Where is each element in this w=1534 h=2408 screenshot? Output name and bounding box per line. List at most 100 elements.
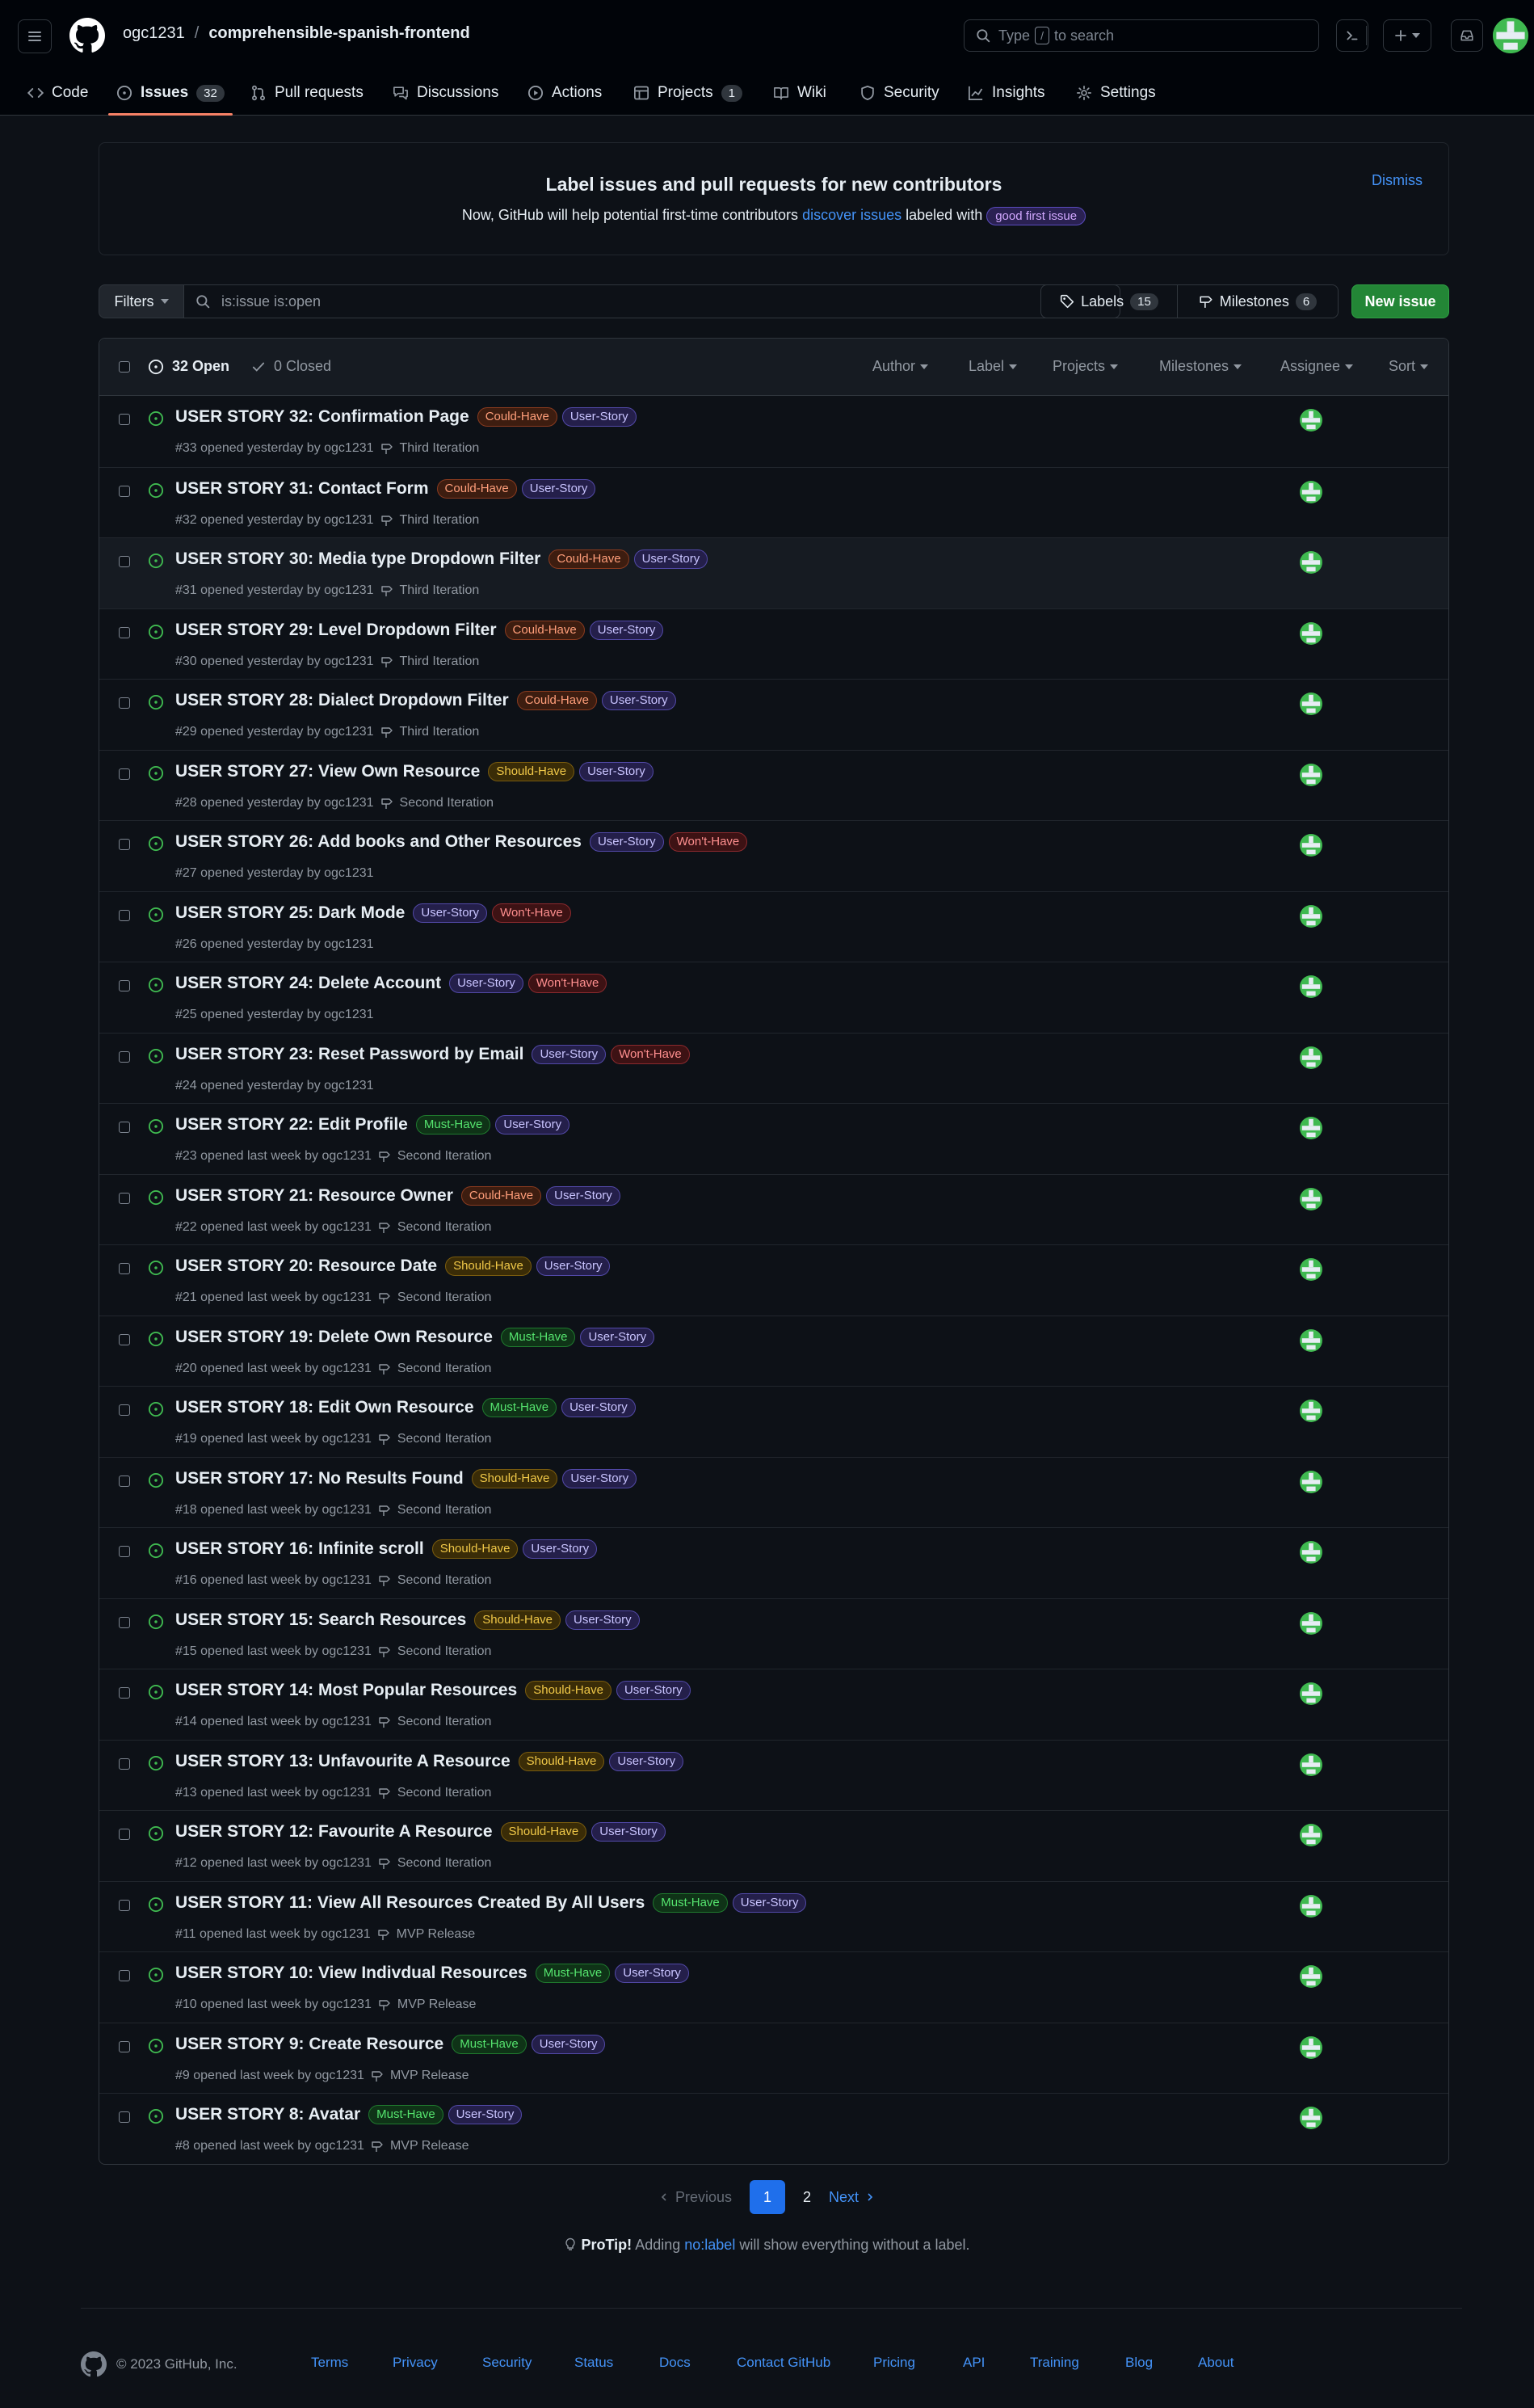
- issue-row[interactable]: USER STORY 12: Favourite A Resource Shoul…: [99, 1810, 1448, 1881]
- filters-dropdown[interactable]: Filters: [99, 284, 184, 318]
- issue-label[interactable]: Should-Have: [445, 1257, 532, 1276]
- issue-checkbox[interactable]: [119, 1263, 130, 1274]
- author-filter[interactable]: Author: [872, 358, 929, 375]
- issue-title-link[interactable]: USER STORY 31: Contact Form: [175, 479, 429, 499]
- issue-label[interactable]: Could-Have: [504, 620, 585, 640]
- issue-milestone[interactable]: MVP Release: [397, 1927, 476, 1942]
- milestones-filter[interactable]: Milestones: [1159, 358, 1242, 375]
- issue-label[interactable]: Won't-Have: [611, 1044, 690, 1064]
- issue-label[interactable]: Should-Have: [500, 1822, 587, 1842]
- issue-label[interactable]: User-Story: [615, 1964, 689, 1983]
- issue-title-link[interactable]: USER STORY 30: Media type Dropdown Filte…: [175, 549, 540, 569]
- issue-checkbox[interactable]: [119, 556, 130, 567]
- labels-button[interactable]: Labels 15: [1040, 284, 1178, 318]
- issue-label[interactable]: Must-Have: [415, 1115, 491, 1135]
- assignee-avatar[interactable]: [1300, 975, 1322, 998]
- issue-title-link[interactable]: USER STORY 8: Avatar: [175, 2105, 360, 2124]
- repo-link[interactable]: comprehensible-spanish-frontend: [208, 24, 469, 42]
- issue-title-link[interactable]: USER STORY 22: Edit Profile: [175, 1115, 408, 1135]
- issue-checkbox[interactable]: [119, 1616, 130, 1628]
- issue-milestone[interactable]: Third Iteration: [400, 441, 480, 456]
- issue-checkbox[interactable]: [119, 1475, 130, 1487]
- menu-button[interactable]: [18, 19, 52, 53]
- issue-title-link[interactable]: USER STORY 28: Dialect Dropdown Filter: [175, 691, 509, 710]
- issue-checkbox[interactable]: [119, 1970, 130, 1981]
- issue-milestone[interactable]: Second Iteration: [397, 1715, 492, 1729]
- issue-milestone[interactable]: Second Iteration: [397, 1220, 492, 1235]
- tab-wiki[interactable]: Wiki: [773, 71, 826, 115]
- issue-row[interactable]: USER STORY 17: No Results Found Should-Ha…: [99, 1456, 1448, 1528]
- issue-title-link[interactable]: USER STORY 10: View Indivdual Resources: [175, 1964, 527, 1983]
- footer-link-training[interactable]: Training: [1030, 2355, 1079, 2371]
- label-filter[interactable]: Label: [969, 358, 1018, 375]
- issue-milestone[interactable]: MVP Release: [397, 1998, 477, 2012]
- issue-milestone[interactable]: Second Iteration: [400, 796, 494, 810]
- issue-row[interactable]: USER STORY 23: Reset Password by Email Us…: [99, 1032, 1448, 1104]
- issue-checkbox[interactable]: [119, 1758, 130, 1770]
- issue-label[interactable]: Could-Have: [548, 549, 629, 569]
- issue-milestone[interactable]: Third Iteration: [400, 583, 480, 598]
- assignee-avatar[interactable]: [1300, 551, 1322, 574]
- assignee-avatar[interactable]: [1300, 834, 1322, 857]
- footer-link-terms[interactable]: Terms: [311, 2355, 348, 2371]
- issue-milestone[interactable]: Second Iteration: [397, 1362, 492, 1376]
- issue-label[interactable]: User-Story: [562, 1468, 637, 1488]
- assignee-avatar[interactable]: [1300, 763, 1322, 786]
- tab-security[interactable]: Security: [859, 71, 939, 115]
- footer-link-about[interactable]: About: [1198, 2355, 1234, 2371]
- github-mark-icon[interactable]: [81, 2351, 107, 2377]
- issue-title-link[interactable]: USER STORY 32: Confirmation Page: [175, 407, 469, 427]
- issue-label[interactable]: User-Story: [609, 1751, 684, 1771]
- tab-actions[interactable]: Actions: [527, 71, 602, 115]
- footer-link-privacy[interactable]: Privacy: [393, 2355, 438, 2371]
- select-all-checkbox[interactable]: [119, 361, 130, 373]
- issue-label[interactable]: Should-Have: [488, 761, 575, 781]
- issue-row[interactable]: USER STORY 11: View All Resources Create…: [99, 1880, 1448, 1952]
- issue-milestone[interactable]: Third Iteration: [400, 725, 480, 739]
- issue-milestone[interactable]: Second Iteration: [397, 1856, 492, 1871]
- footer-link-security[interactable]: Security: [482, 2355, 532, 2371]
- open-issues-toggle[interactable]: 32 Open: [148, 358, 229, 375]
- issue-row[interactable]: USER STORY 16: Infinite scroll Should-Hav…: [99, 1527, 1448, 1598]
- assignee-avatar[interactable]: [1300, 1046, 1322, 1069]
- user-avatar[interactable]: [1493, 18, 1528, 53]
- issue-label[interactable]: Could-Have: [460, 1185, 542, 1206]
- issue-label[interactable]: User-Story: [732, 1892, 807, 1913]
- issue-title-link[interactable]: USER STORY 13: Unfavourite A Resource: [175, 1752, 511, 1771]
- issue-row[interactable]: USER STORY 14: Most Popular Resources Sho…: [99, 1669, 1448, 1740]
- issue-title-link[interactable]: USER STORY 27: View Own Resource: [175, 762, 480, 781]
- issue-checkbox[interactable]: [119, 2040, 130, 2052]
- issue-title-link[interactable]: USER STORY 14: Most Popular Resources: [175, 1681, 517, 1700]
- issue-label[interactable]: User-Story: [531, 2034, 606, 2054]
- issue-row[interactable]: USER STORY 27: View Own Resource Should-H…: [99, 749, 1448, 821]
- assignee-avatar[interactable]: [1300, 480, 1322, 503]
- issue-title-link[interactable]: USER STORY 11: View All Resources Create…: [175, 1893, 645, 1913]
- command-palette-button[interactable]: [1336, 19, 1368, 52]
- issue-milestone[interactable]: Third Iteration: [400, 513, 480, 528]
- issue-label[interactable]: User-Story: [449, 974, 523, 993]
- assignee-avatar[interactable]: [1300, 2107, 1322, 2129]
- footer-link-status[interactable]: Status: [574, 2355, 613, 2371]
- issue-label[interactable]: Won't-Have: [492, 903, 571, 923]
- tab-issues[interactable]: Issues 32: [108, 71, 233, 116]
- issue-title-link[interactable]: USER STORY 18: Edit Own Resource: [175, 1398, 474, 1417]
- issue-checkbox[interactable]: [119, 839, 130, 850]
- issue-label[interactable]: User-Story: [523, 1539, 598, 1559]
- issue-label[interactable]: Must-Have: [653, 1892, 728, 1913]
- issue-row[interactable]: USER STORY 24: Delete Account User-Story W…: [99, 962, 1448, 1033]
- issue-label[interactable]: User-Story: [448, 2105, 523, 2124]
- issue-milestone[interactable]: Second Iteration: [397, 1503, 492, 1518]
- tab-pull-requests[interactable]: Pull requests: [250, 71, 364, 115]
- issue-checkbox[interactable]: [119, 1404, 130, 1416]
- discover-issues-link[interactable]: discover issues: [802, 207, 901, 223]
- issue-title-link[interactable]: USER STORY 9: Create Resource: [175, 2035, 443, 2054]
- issue-checkbox[interactable]: [119, 1122, 130, 1133]
- global-search-input[interactable]: Type / to search: [964, 19, 1368, 52]
- assignee-filter[interactable]: Assignee: [1280, 358, 1354, 375]
- issue-label[interactable]: Should-Have: [518, 1751, 605, 1771]
- footer-link-api[interactable]: API: [963, 2355, 985, 2371]
- issue-checkbox[interactable]: [119, 626, 130, 638]
- issue-label[interactable]: User-Story: [536, 1257, 611, 1276]
- issue-row[interactable]: USER STORY 32: Confirmation Page Could-Ha…: [99, 396, 1448, 467]
- issue-row[interactable]: USER STORY 30: Media type Dropdown Filte…: [99, 537, 1448, 608]
